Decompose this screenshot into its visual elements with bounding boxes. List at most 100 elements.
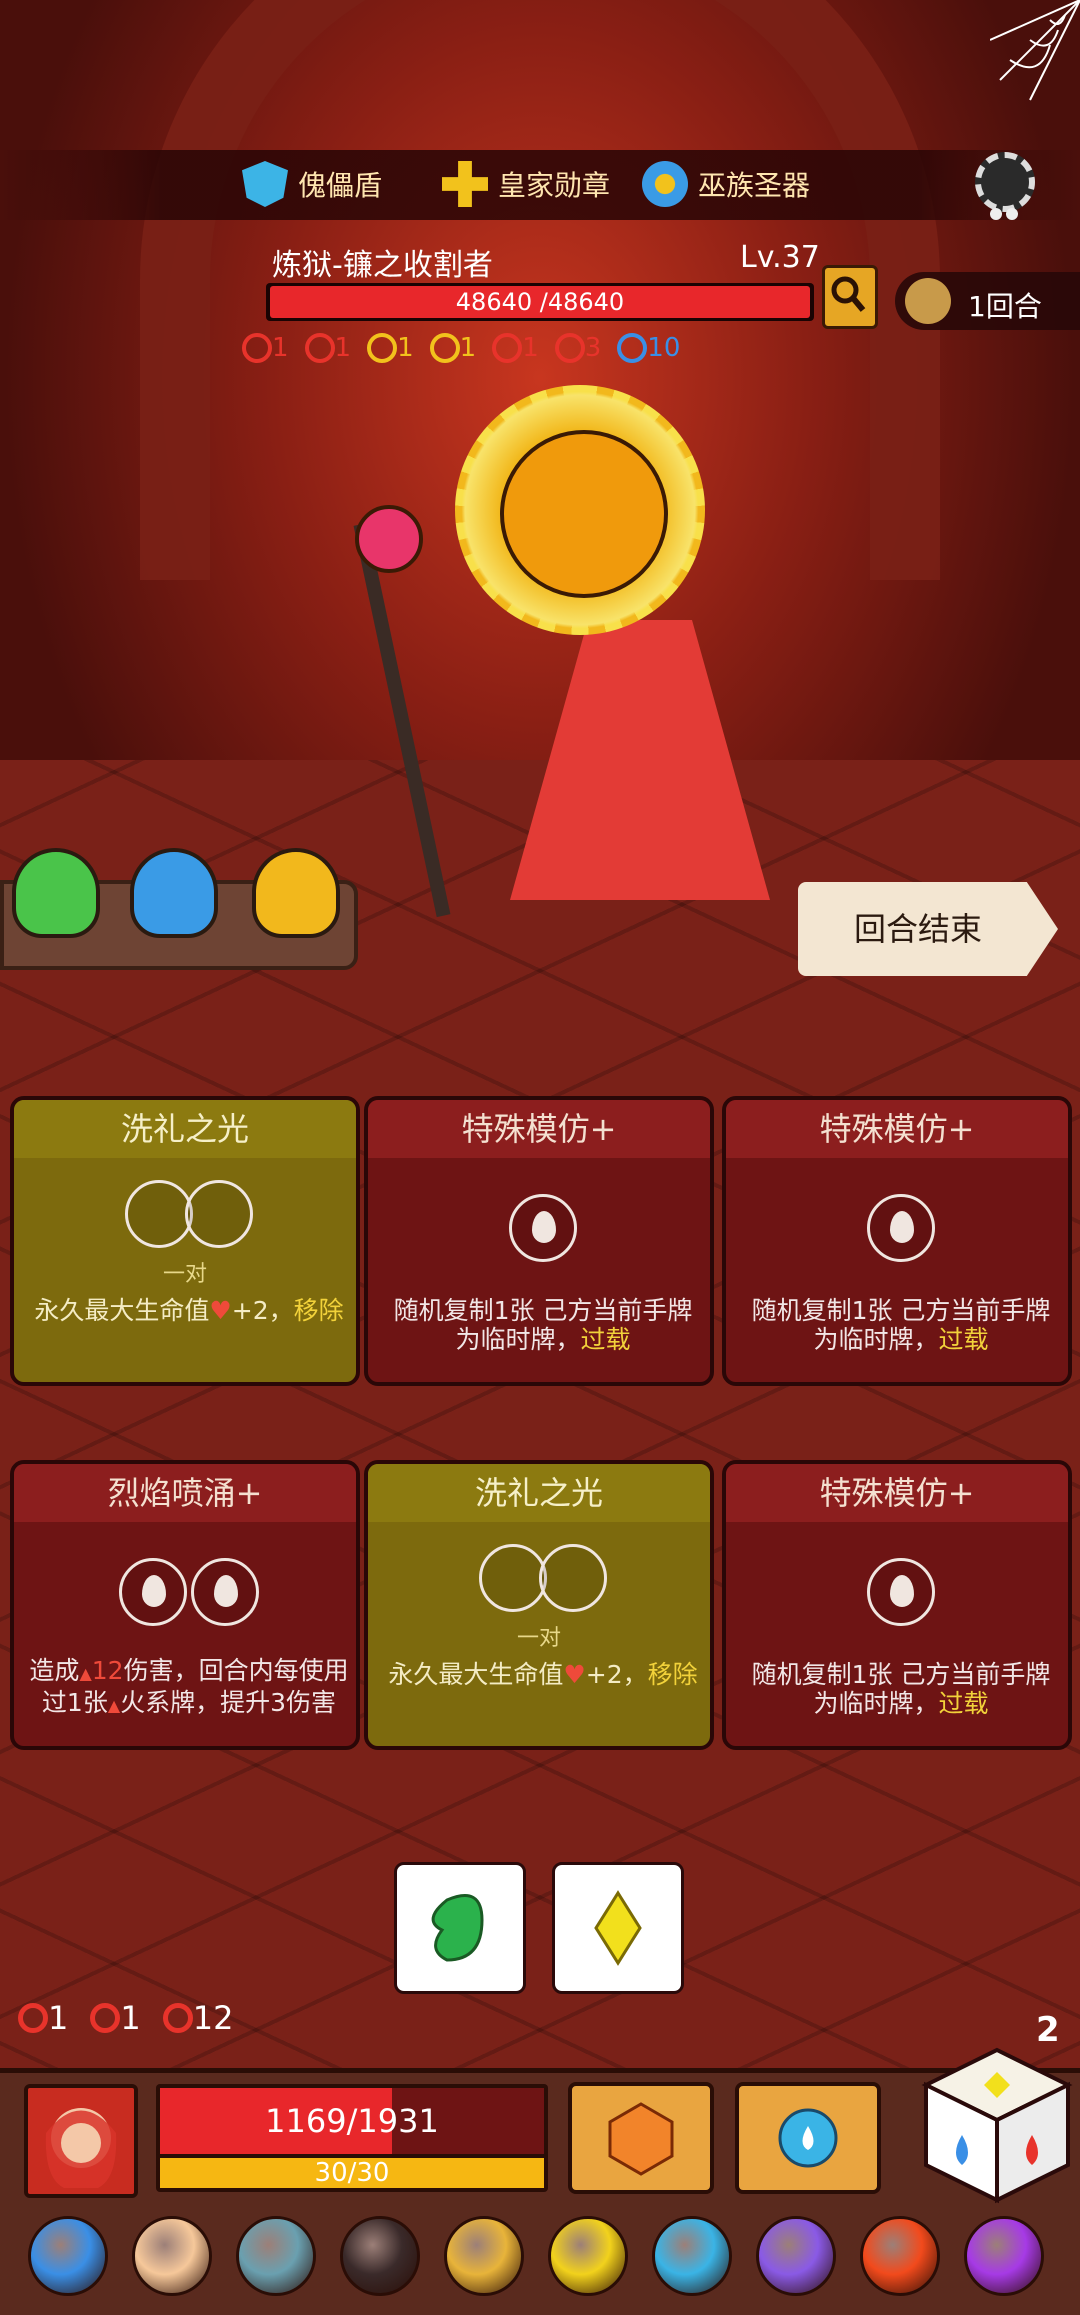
boss-status-4[interactable]: 1 [492,333,539,363]
boss-status-3[interactable]: 1 [429,333,477,363]
scroll-icon [905,278,951,324]
blue-skull-relic-icon[interactable] [652,2216,732,2296]
blue-potion-icon[interactable] [130,848,218,938]
hand-card[interactable]: 洗礼之光 一对 永久最大生命值♥+2，移除 [364,1460,714,1750]
boss-status-0[interactable]: 1 [242,333,289,363]
hand-card[interactable]: 洗礼之光 一对 永久最大生命值♥+2，移除 [10,1096,360,1386]
leaf-cup-relic-icon[interactable] [756,2216,836,2296]
hand-card[interactable]: 烈焰喷涌+ 造成▲12伤害，回合内每使用过1张▲火系牌，提升3伤害 [10,1460,360,1750]
axe-relic-icon[interactable] [236,2216,316,2296]
spiral-status-icon [304,333,335,363]
boss-hp-text: 48640 /48640 [455,288,625,316]
skill-button-d20[interactable] [568,2082,714,2194]
card-description: 造成▲12伤害，回合内每使用过1张▲火系牌，提升3伤害 [24,1656,354,1720]
end-turn-button[interactable]: 回合结束 [798,882,1058,976]
pumpkin-face [500,430,668,598]
boss-status-row: 1 1 1 1 1 3 10 [242,330,694,366]
dice-roll-cube-icon[interactable] [918,2040,1076,2208]
status-value: 1 [272,333,289,363]
card-description: 随机复制1张 己方当前手牌 为临时牌，过载 [736,1660,1066,1718]
fire-relic-icon[interactable] [860,2216,940,2296]
fire-slot-icon [119,1558,187,1626]
thorns-status-icon [18,2003,48,2033]
desc-text: 永久最大生命值 [388,1660,564,1689]
status-value: 1 [459,333,477,363]
status-value: 1 [48,1999,69,2037]
card-description: 随机复制1张 己方当前手牌 为临时牌，过载 [736,1296,1066,1354]
fire-drop-icon: ▲ [107,1696,121,1715]
blue-mushroom-relic-icon[interactable] [28,2216,108,2296]
player-hp-text: 1169/1931 [265,2102,439,2140]
keyword-overload: 过载 [938,1689,989,1718]
fire-slot-icon [867,1558,935,1626]
purple-potion-relic-icon[interactable] [964,2216,1044,2296]
staff-gem [355,505,423,573]
desc-text: +2， [231,1296,294,1325]
desc-text: +2， [585,1660,648,1689]
dice-slot-ring [125,1180,193,1248]
player-energy-text: 30/30 [314,2158,390,2188]
round-label: 1回合 [968,290,1042,323]
player-status-0[interactable]: 1 [18,1999,68,2037]
shield-status-icon [242,333,272,363]
boss-level: Lv.37 [740,240,820,275]
crow-relic-icon[interactable] [340,2216,420,2296]
magnifier-icon [831,276,866,312]
hand-card[interactable]: 特殊模仿+ 随机复制1张 己方当前手牌 为临时牌，过载 [722,1460,1072,1750]
thorns-status-icon [492,333,523,363]
player-status-row: 1 1 12 [18,1998,247,2038]
desc-text: 随机复制1张 己方当前手牌 为临时牌， [751,1660,1051,1718]
inspect-magnifier-button[interactable] [822,265,878,329]
yellow-diamond-die-icon[interactable] [552,1862,684,1994]
hand-card[interactable]: 特殊模仿+ 随机复制1张 己方当前手牌 为临时牌，过载 [364,1096,714,1386]
dice-slot-ring [539,1544,607,1612]
flame-status-icon [554,333,585,363]
fire-drop-icon: ▲ [79,1664,92,1683]
artifact-label: 皇家勋章 [498,169,611,202]
settings-gear-icon[interactable] [975,152,1035,212]
artifact-label: 巫族圣器 [698,169,811,202]
fire-slot-icon [509,1194,577,1262]
artifact-royal-medal[interactable]: 皇家勋章 [442,158,610,210]
card-title: 特殊模仿+ [726,1100,1068,1158]
status-value: 10 [647,333,681,363]
skill-button-blue-orb[interactable] [735,2082,881,2194]
boss-status-5[interactable]: 3 [554,333,602,363]
card-description: 永久最大生命值♥+2，移除 [378,1660,708,1689]
lion-relic-icon[interactable] [444,2216,524,2296]
fire-slot-icon [191,1558,259,1626]
artifact-label: 傀儡盾 [298,169,383,202]
green-potion-icon[interactable] [12,848,100,938]
witch-relic-icon [642,161,688,207]
boss-status-6[interactable]: 10 [617,333,680,363]
desc-text: 火系牌，提升3伤害 [120,1688,337,1717]
card-title: 特殊模仿+ [726,1464,1068,1522]
boss-name: 炼狱-镰之收割者 [272,248,493,283]
hand-card[interactable]: 特殊模仿+ 随机复制1张 己方当前手牌 为临时牌，过载 [722,1096,1072,1386]
player-status-2[interactable]: 12 [162,1999,233,2037]
status-value: 1 [522,333,539,363]
heart-icon: ♥ [563,1660,586,1689]
boss-status-1[interactable]: 1 [304,333,352,363]
crown-relic-icon[interactable] [548,2216,628,2296]
card-title: 特殊模仿+ [368,1100,710,1158]
artifact-puppet-shield[interactable]: 傀儡盾 [242,158,382,210]
card-description: 永久最大生命值♥+2，移除 [24,1296,354,1325]
keyword-overload: 过载 [580,1325,631,1354]
artifact-witch-relic[interactable]: 巫族圣器 [642,158,810,210]
status-value: 1 [397,333,414,363]
spider-icon [990,208,1018,220]
keyword-remove: 移除 [293,1296,344,1325]
status-value: 3 [584,333,602,363]
yellow-potion-icon[interactable] [252,848,340,938]
boss-status-2[interactable]: 1 [367,333,414,363]
player-status-1[interactable]: 1 [90,1999,141,2037]
ring-relic-icon[interactable] [132,2216,212,2296]
player-avatar[interactable] [24,2084,138,2198]
status-value: 1 [334,333,352,363]
d20-icon [608,2102,674,2176]
vortex-status-icon [617,333,648,363]
green-leaf-die-icon[interactable] [394,1862,526,1994]
spiral-status-icon [90,2003,121,2033]
card-title: 洗礼之光 [368,1464,710,1522]
